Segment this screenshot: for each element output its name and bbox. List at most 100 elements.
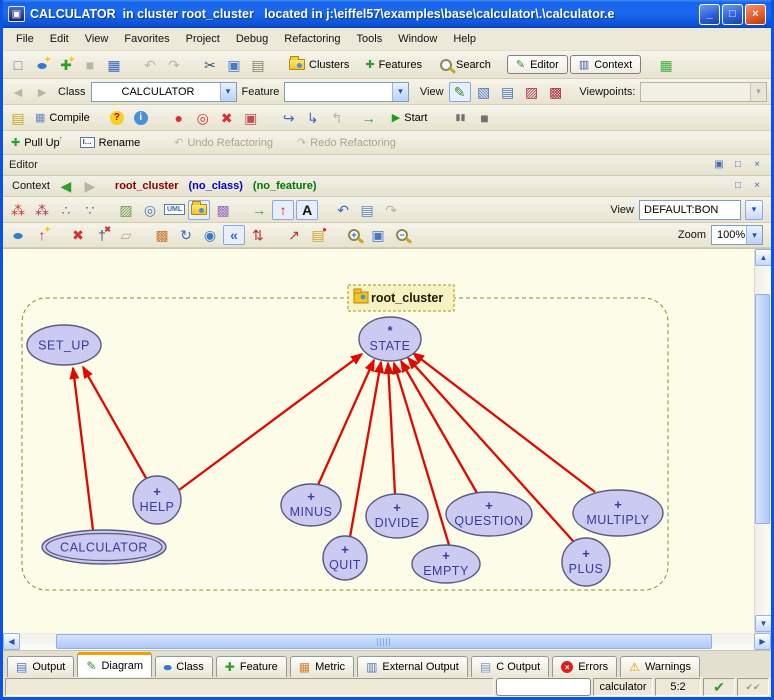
menu-tools[interactable]: Tools	[350, 30, 390, 48]
layout-depth-icon[interactable]: ⇅	[247, 225, 269, 245]
context-feature[interactable]: (no_feature)	[249, 180, 321, 192]
new-feature-icon[interactable]: ✚✦	[55, 55, 77, 75]
view-flat-icon[interactable]: ▧	[473, 82, 495, 102]
class-node-state[interactable]: *STATE	[359, 317, 421, 361]
scroll-right-button[interactable]: ▶	[754, 633, 771, 650]
menu-file[interactable]: File	[9, 30, 41, 48]
tab-errors[interactable]: ×Errors	[552, 656, 617, 677]
context-forward-icon[interactable]: ▶	[79, 176, 101, 196]
menu-favorites[interactable]: Favorites	[117, 30, 176, 48]
save-icon[interactable]: ■	[79, 55, 101, 75]
pause-icon[interactable]: ▮▮	[449, 108, 471, 128]
scroll-up-button[interactable]: ▲	[755, 249, 772, 266]
scroll-left-button[interactable]: ◀	[3, 633, 20, 650]
feature-combo[interactable]: ▾	[284, 82, 409, 102]
maximize-button[interactable]: □	[722, 4, 743, 25]
breakpoint-remove-icon[interactable]: ✖	[216, 108, 238, 128]
text-label-tool-icon[interactable]: A	[296, 200, 318, 220]
status-saved-icon[interactable]: ✔✔	[742, 677, 764, 697]
class-node-divide[interactable]: +DIVIDE	[366, 494, 428, 538]
run-no-stop-icon[interactable]: →	[358, 108, 380, 128]
new-window-icon[interactable]: □	[7, 55, 29, 75]
menu-edit[interactable]: Edit	[43, 30, 76, 48]
inheritance-link-divide-to-state[interactable]	[388, 363, 395, 494]
toggle-clusters-icon[interactable]: ◉	[199, 225, 221, 245]
rename-button[interactable]: I…Rename	[76, 136, 145, 150]
tab-feature[interactable]: ✚Feature	[216, 656, 287, 677]
horizontal-scroll-thumb[interactable]	[56, 634, 712, 649]
vertical-scrollbar[interactable]: ▲ ▼	[754, 249, 771, 632]
pull-up-button[interactable]: ✚↑Pull Up	[7, 135, 64, 150]
paste-icon[interactable]: ▤	[247, 55, 269, 75]
menu-help[interactable]: Help	[446, 30, 483, 48]
close-panel-icon[interactable]: ×	[749, 158, 765, 173]
class-node-calculator[interactable]: CALCULATOR	[42, 530, 166, 564]
new-inheritance-tool-icon[interactable]: ↑✦	[31, 225, 53, 245]
breakpoint-disable-icon[interactable]: ◎	[192, 108, 214, 128]
new-class-tool-icon[interactable]: ●	[7, 225, 29, 245]
zoom-out-icon[interactable]: −	[391, 225, 413, 245]
cluster-links-icon[interactable]: ⁂	[31, 200, 53, 220]
view-dropdown-button[interactable]: ▾	[745, 200, 763, 220]
class-node-help[interactable]: +HELP	[133, 476, 181, 524]
class-node-plus[interactable]: +PLUS	[562, 538, 610, 586]
redo-icon[interactable]: ↷	[163, 55, 185, 75]
class-links-icon[interactable]: ⁂	[7, 200, 29, 220]
history-forward-icon[interactable]: ►	[31, 82, 53, 102]
diagram-redo-icon[interactable]: ↷	[380, 200, 402, 220]
breakpoints-window-icon[interactable]: ▣	[240, 108, 262, 128]
tab-external-output[interactable]: ▥External Output	[357, 656, 468, 677]
remove-anchor-icon[interactable]: †✖	[91, 225, 113, 245]
close-panel-icon[interactable]: ×	[749, 179, 765, 194]
erase-icon[interactable]: ▱	[115, 225, 137, 245]
float-panel-icon[interactable]: ▣	[711, 158, 727, 173]
class-node-set_up[interactable]: SET_UP	[27, 325, 101, 365]
menu-view[interactable]: View	[78, 30, 116, 48]
feature-combo-arrow-icon[interactable]: ▾	[392, 83, 408, 101]
title-bar[interactable]: ▣ CALCULATOR in cluster root_cluster loc…	[3, 0, 771, 28]
menu-project[interactable]: Project	[179, 30, 227, 48]
tab-diagram[interactable]: ✎Diagram	[77, 652, 152, 677]
cluster-tag[interactable]: root_cluster	[348, 285, 454, 311]
fit-to-screen-icon[interactable]: ▣	[367, 225, 389, 245]
cut-icon[interactable]: ✂	[199, 55, 221, 75]
clusters-button[interactable]: Clusters	[285, 58, 353, 72]
context-class[interactable]: (no_class)	[185, 180, 247, 192]
class-node-empty[interactable]: +EMPTY	[412, 545, 480, 583]
show-legend-icon[interactable]: ▩	[212, 200, 234, 220]
vertical-scroll-thumb[interactable]	[755, 294, 770, 524]
tab-warnings[interactable]: ⚠Warnings	[620, 656, 700, 677]
diagram-canvas[interactable]: root_cluster *STATE SET_UP +HELP CALCULATOR +…	[3, 249, 754, 633]
maximize-panel-icon[interactable]: □	[730, 158, 746, 173]
delete-icon[interactable]: ✖	[67, 225, 89, 245]
step-out-icon[interactable]: ↰	[326, 108, 348, 128]
class-node-quit[interactable]: +QUIT	[323, 536, 367, 580]
undo-refactoring-button[interactable]: ↶Undo Refactoring	[170, 135, 277, 150]
menu-refactoring[interactable]: Refactoring	[277, 30, 347, 48]
info-icon[interactable]: i	[130, 108, 152, 128]
class-node-multiply[interactable]: +MULTIPLY	[573, 490, 663, 536]
fan-layout-icon[interactable]: «	[223, 225, 245, 245]
export-png-icon[interactable]: ▨	[115, 200, 137, 220]
project-settings-icon[interactable]: ▤	[7, 108, 29, 128]
clients-icon[interactable]: ∵	[79, 200, 101, 220]
inheritance-link-help-to-state[interactable]	[179, 354, 362, 490]
zoom-in-icon[interactable]: +	[343, 225, 365, 245]
external-commands-icon[interactable]: ▦	[655, 55, 677, 75]
search-button[interactable]: Search	[436, 58, 495, 72]
menu-debug[interactable]: Debug	[229, 30, 275, 48]
step-into-icon[interactable]: ↳	[302, 108, 324, 128]
inheritance-link-multiply-to-state[interactable]	[413, 353, 595, 492]
maximize-panel-icon[interactable]: □	[730, 179, 746, 194]
tab-output[interactable]: ▤Output	[7, 656, 74, 677]
copy-icon[interactable]: ▣	[223, 55, 245, 75]
start-button[interactable]: ▶Start	[388, 110, 432, 125]
context-cluster[interactable]: root_cluster	[111, 180, 183, 192]
class-combo-arrow-icon[interactable]: ▾	[220, 83, 236, 101]
view-interface-icon[interactable]: ▩	[545, 82, 567, 102]
horizontal-scrollbar[interactable]: ◀ ▶	[3, 632, 771, 650]
pin-labels-icon[interactable]: ▤●	[307, 225, 329, 245]
new-class-icon[interactable]: ●✦	[31, 55, 53, 75]
uml-view-icon[interactable]: UML	[163, 200, 186, 220]
context-back-icon[interactable]: ◀	[55, 176, 77, 196]
